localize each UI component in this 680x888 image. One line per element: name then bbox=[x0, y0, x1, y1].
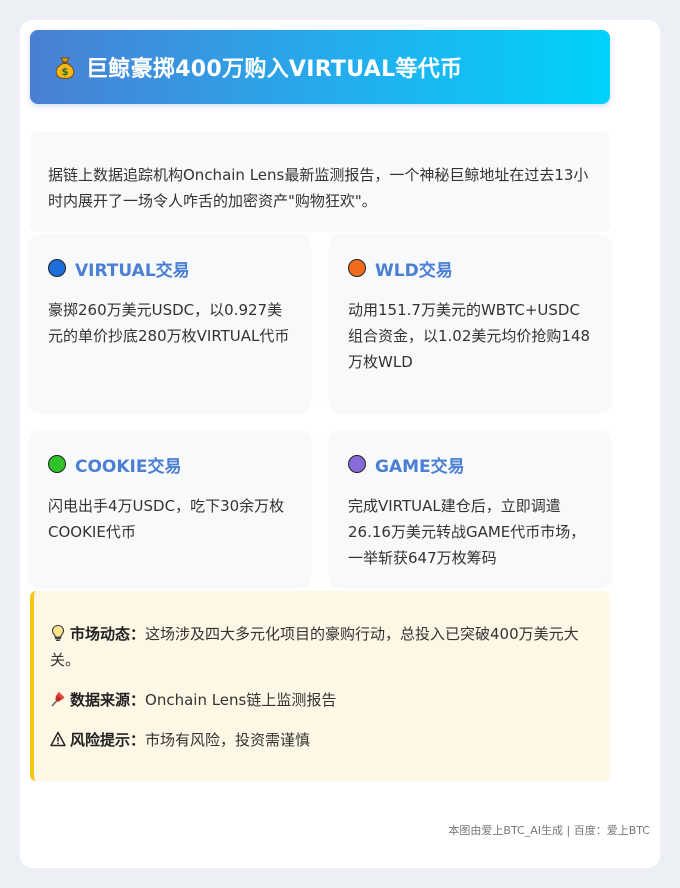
market-note: 市场动态：这场涉及四大多元化项目的豪购行动，总投入已突破400万美元大关。 bbox=[50, 621, 592, 673]
game-trade-title: GAME交易 bbox=[375, 456, 465, 477]
cookie-trade-title: COOKIE交易 bbox=[75, 456, 182, 477]
source-note-label: 数据来源： bbox=[70, 691, 146, 709]
wld-trade-title: WLD交易 bbox=[375, 260, 453, 281]
risk-note: 风险提示：市场有风险，投资需谨慎 bbox=[50, 727, 592, 753]
money-bag-icon: $ bbox=[52, 54, 78, 80]
virtual-trade-description: 豪掷260万美元USDC，以0.927美元的单价抄底280万枚VIRTUAL代币 bbox=[48, 301, 290, 345]
virtual-trade-card: VIRTUAL交易 豪掷260万美元USDC，以0.927美元的单价抄底280万… bbox=[30, 235, 310, 411]
source-note: 数据来源：Onchain Lens链上监测报告 bbox=[50, 687, 592, 713]
wld-trade-description: 动用151.7万美元的WBTC+USDC组合资金，以1.02美元均价抢购148万… bbox=[348, 301, 591, 371]
source-note-text: Onchain Lens链上监测报告 bbox=[145, 691, 337, 709]
game-trade-card: GAME交易 完成VIRTUAL建仓后，立即调遣26.16万美元转战GAME代币… bbox=[330, 431, 610, 586]
lightbulb-icon bbox=[50, 624, 66, 642]
cookie-trade-card: COOKIE交易 闪电出手4万USDC，吃下30余万枚COOKIE代币 bbox=[30, 431, 310, 586]
wld-trade-card: WLD交易 动用151.7万美元的WBTC+USDC组合资金，以1.02美元均价… bbox=[330, 235, 610, 411]
page-title: 巨鲸豪掷400万购入VIRTUAL等代币 bbox=[86, 57, 463, 82]
green-circle-icon bbox=[48, 455, 66, 473]
virtual-trade-header: VIRTUAL交易 bbox=[48, 255, 292, 281]
orange-circle-icon bbox=[348, 259, 366, 277]
purple-circle-icon bbox=[348, 455, 366, 473]
notice-box: 市场动态：这场涉及四大多元化项目的豪购行动，总投入已突破400万美元大关。 数据… bbox=[30, 591, 610, 781]
intro-paragraph: 据链上数据追踪机构Onchain Lens最新监测报告，一个神秘巨鲸地址在过去1… bbox=[30, 132, 610, 232]
pushpin-icon bbox=[50, 690, 66, 708]
cookie-trade-description: 闪电出手4万USDC，吃下30余万枚COOKIE代币 bbox=[48, 497, 285, 541]
market-note-label: 市场动态： bbox=[70, 625, 146, 643]
warning-icon bbox=[50, 730, 66, 748]
svg-text:$: $ bbox=[62, 67, 69, 78]
risk-note-label: 风险提示： bbox=[70, 731, 146, 749]
game-trade-header: GAME交易 bbox=[348, 451, 592, 477]
cookie-trade-header: COOKIE交易 bbox=[48, 451, 292, 477]
wld-trade-header: WLD交易 bbox=[348, 255, 592, 281]
blue-circle-icon bbox=[48, 259, 66, 277]
risk-note-text: 市场有风险，投资需谨慎 bbox=[145, 731, 311, 749]
footer-credit: 本图由爱上BTC_AI生成 | 百度：爱上BTC bbox=[448, 824, 650, 837]
title-banner: $ 巨鲸豪掷400万购入VIRTUAL等代币 bbox=[30, 30, 610, 104]
virtual-trade-title: VIRTUAL交易 bbox=[75, 260, 190, 281]
game-trade-description: 完成VIRTUAL建仓后，立即调遣26.16万美元转战GAME代币市场，一举斩获… bbox=[348, 497, 586, 567]
